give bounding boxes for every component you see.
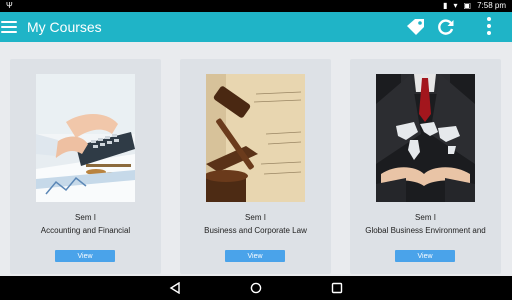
battery-level-icon: ▣ [463, 1, 472, 10]
hamburger-icon[interactable] [1, 21, 17, 33]
course-card[interactable]: Sem I Global Business Environment and Vi… [350, 59, 501, 274]
view-button[interactable]: View [225, 250, 285, 262]
course-semester: Sem I [75, 213, 96, 222]
usb-icon: Ψ [6, 1, 13, 10]
accounting-image [36, 74, 135, 202]
view-button[interactable]: View [55, 250, 115, 262]
home-icon[interactable] [250, 282, 262, 294]
signal-icon: ▾ [453, 1, 458, 10]
more-vert-icon[interactable] [486, 17, 492, 37]
refresh-icon[interactable] [437, 18, 455, 36]
recents-icon[interactable] [331, 282, 343, 294]
view-button[interactable]: View [395, 250, 455, 262]
course-semester: Sem I [415, 213, 436, 222]
clock: 7:58 pm [477, 1, 506, 10]
system-nav-bar [0, 276, 512, 300]
tag-icon[interactable] [405, 18, 427, 36]
course-name: Accounting and Financial [40, 226, 131, 235]
course-name: Business and Corporate Law [204, 226, 307, 235]
course-name: Global Business Environment and [365, 226, 486, 235]
battery-icon: ▮ [443, 1, 448, 10]
course-grid: Sem I Accounting and Financial View Sem … [0, 42, 512, 276]
status-bar: Ψ ▮ ▾ ▣ 7:58 pm [0, 0, 512, 12]
course-card[interactable]: Sem I Accounting and Financial View [10, 59, 161, 274]
course-card[interactable]: Sem I Business and Corporate Law View [180, 59, 331, 274]
global-business-image [376, 74, 475, 202]
back-icon[interactable] [169, 282, 181, 294]
course-semester: Sem I [245, 213, 266, 222]
app-bar: My Courses [0, 12, 512, 42]
page-title: My Courses [27, 19, 102, 35]
gavel-image [206, 74, 305, 202]
